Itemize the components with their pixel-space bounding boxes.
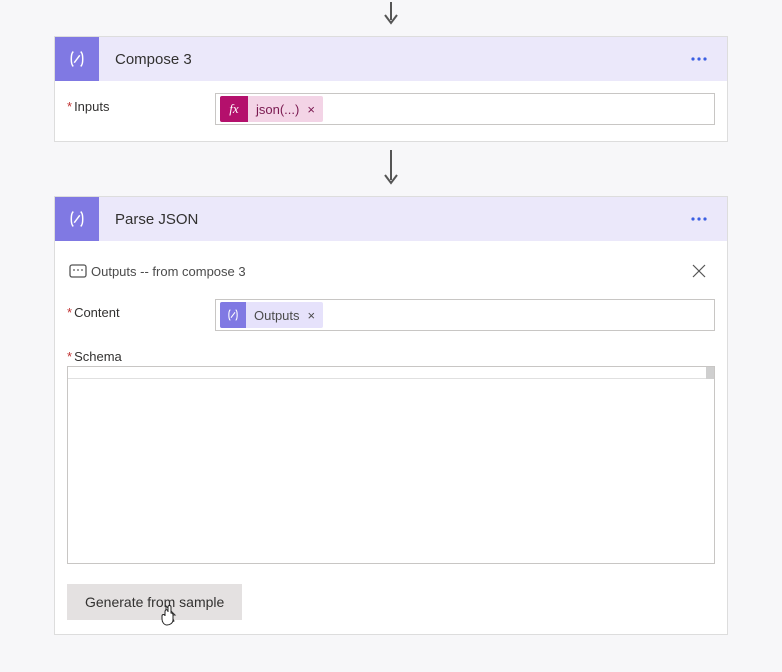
required-asterisk: *	[67, 305, 72, 320]
required-asterisk: *	[67, 99, 72, 114]
compose-title: Compose 3	[99, 51, 683, 68]
parse-json-title: Parse JSON	[99, 211, 683, 228]
outputs-token[interactable]: Outputs ×	[220, 302, 323, 328]
scrollbar[interactable]	[706, 367, 714, 379]
schema-label: Schema	[74, 349, 122, 364]
expression-token[interactable]: fx json(...) ×	[220, 96, 323, 122]
compose-more-button[interactable]	[683, 37, 715, 81]
generate-from-sample-button[interactable]: Generate from sample	[67, 584, 242, 620]
compose-card: Compose 3 *Inputs fx json(...) ×	[54, 36, 728, 142]
arrow-down-icon	[0, 0, 782, 36]
expression-token-remove[interactable]: ×	[307, 102, 323, 117]
close-icon[interactable]	[685, 257, 713, 285]
parse-content-field[interactable]: Outputs ×	[215, 299, 715, 331]
parse-json-card-header[interactable]: Parse JSON	[55, 197, 727, 241]
fx-icon: fx	[220, 96, 248, 122]
outputs-token-remove[interactable]: ×	[308, 308, 324, 323]
parse-json-more-button[interactable]	[683, 197, 715, 241]
outputs-token-label: Outputs	[246, 308, 308, 323]
expression-token-label: json(...)	[248, 102, 307, 117]
schema-textarea[interactable]	[67, 366, 715, 564]
dynamic-content-hint: Outputs -- from compose 3	[91, 264, 685, 279]
outputs-token-icon	[220, 302, 246, 328]
compose-icon	[55, 37, 99, 81]
arrow-down-icon	[0, 142, 782, 196]
hint-icon	[69, 264, 91, 278]
required-asterisk: *	[67, 349, 72, 364]
parse-json-icon	[55, 197, 99, 241]
parse-json-card: Parse JSON Output	[54, 196, 728, 635]
inputs-label: Inputs	[74, 99, 109, 114]
content-label: Content	[74, 305, 120, 320]
compose-card-header[interactable]: Compose 3	[55, 37, 727, 81]
compose-inputs-field[interactable]: fx json(...) ×	[215, 93, 715, 125]
